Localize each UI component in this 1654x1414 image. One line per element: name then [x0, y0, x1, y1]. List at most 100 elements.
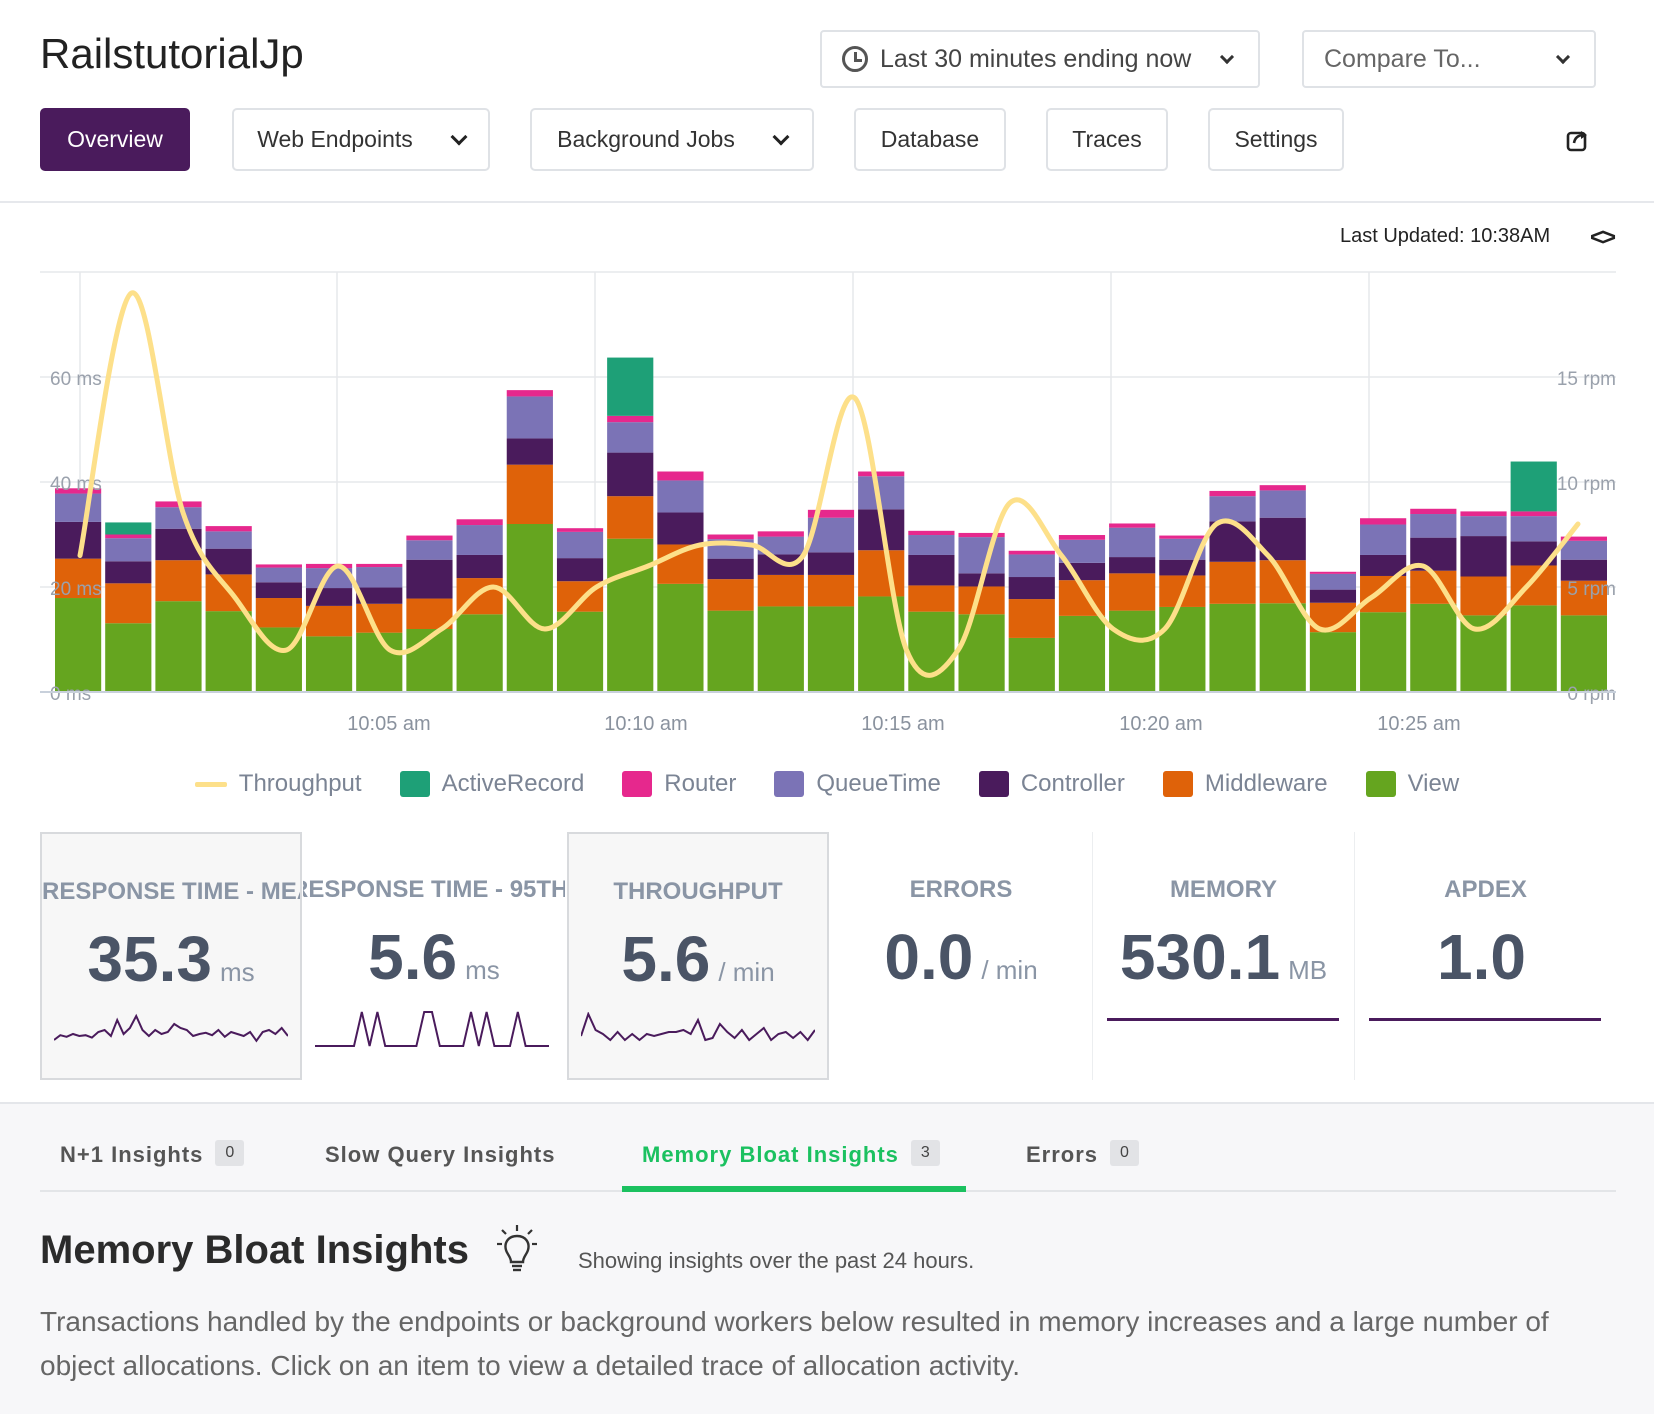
metric-apdex[interactable]: APDEX 1.0	[1354, 832, 1616, 1080]
bar-segment-controller	[1159, 559, 1206, 576]
bar-segment-queuetime	[406, 540, 453, 560]
bar-segment-activerecord	[1510, 461, 1557, 512]
header: RailstutorialJp Last 30 minutes ending n…	[0, 0, 1654, 203]
bar-segment-view	[456, 614, 503, 692]
metric-response-time-mean[interactable]: RESPONSE TIME - MEAN 35.3ms	[40, 832, 302, 1080]
sparkline	[315, 1011, 549, 1047]
bar-segment-router	[556, 528, 604, 532]
bar-segment-queuetime	[205, 531, 252, 549]
bar-segment-activerecord	[105, 522, 152, 535]
bar-segment-queuetime	[1510, 516, 1557, 542]
sparkline-path	[581, 1012, 815, 1042]
bar-segment-middleware	[807, 574, 855, 607]
tab-database[interactable]: Database	[854, 108, 1006, 171]
bar-segment-middleware	[1209, 561, 1256, 604]
metrics-row: RESPONSE TIME - MEAN 35.3ms RESPONSE TIM…	[40, 832, 1616, 1080]
tab-label: Errors	[1026, 1142, 1099, 1167]
legend-view[interactable]: View	[1365, 770, 1459, 798]
tab-web-endpoints[interactable]: Web Endpoints	[232, 108, 490, 171]
lightbulb-icon	[497, 1225, 537, 1272]
metric-label: ERRORS	[909, 876, 1013, 903]
tab-background-jobs[interactable]: Background Jobs	[530, 108, 814, 171]
bar-segment-view	[1058, 615, 1106, 692]
tab-traces[interactable]: Traces	[1046, 108, 1168, 171]
bar-segment-router	[1008, 550, 1055, 555]
insights-subtitle: Showing insights over the past 24 hours.	[578, 1248, 975, 1273]
bar-segment-middleware	[506, 464, 553, 524]
bar-segment-router	[707, 534, 754, 540]
bar-segment-controller	[657, 512, 704, 545]
tab-settings-label: Settings	[1234, 126, 1318, 152]
bar-segment-router	[1309, 571, 1357, 574]
bar-segment-router	[1460, 511, 1507, 517]
bar-segment-middleware	[858, 550, 905, 597]
bar-segment-queuetime	[155, 507, 202, 529]
bar-segment-middleware	[155, 560, 202, 602]
tab-settings[interactable]: Settings	[1208, 108, 1344, 171]
tab-memory-bloat-insights[interactable]: Memory Bloat Insights 3	[642, 1140, 940, 1192]
metric-number: 530.1	[1119, 921, 1281, 993]
bar-segment-controller	[1008, 577, 1055, 600]
metric-value: 0.0/ min	[830, 920, 1092, 994]
insights-title: Memory Bloat Insights	[40, 1228, 469, 1272]
tab-traces-label: Traces	[1072, 126, 1142, 152]
sparkline	[1107, 1018, 1339, 1021]
bar-segment-view	[908, 611, 955, 692]
bar-segment-router	[858, 471, 905, 477]
bar-segment-view	[506, 524, 553, 692]
bar-segment-view	[155, 601, 202, 692]
legend-swatch	[1365, 771, 1396, 797]
bar-segment-queuetime	[356, 567, 403, 588]
bar-segment-middleware	[105, 583, 152, 624]
tab-overview[interactable]: Overview	[40, 108, 190, 171]
legend-router[interactable]: Router	[622, 770, 736, 798]
bar-segment-view	[1309, 632, 1357, 692]
legend-queuetime[interactable]: QueueTime	[774, 770, 941, 798]
y-axis-left-tick-label: 0 ms	[50, 684, 91, 705]
bar-segment-middleware	[607, 496, 654, 539]
tab-slow-query-insights[interactable]: Slow Query Insights	[325, 1142, 555, 1192]
metric-value: 530.1 MB	[1093, 920, 1354, 994]
bar-segment-view	[607, 538, 654, 692]
bar-segment-queuetime	[1008, 554, 1055, 578]
count-badge: 0	[215, 1140, 245, 1166]
tab-n-plus-one-insights[interactable]: N+1 Insights 0	[60, 1140, 245, 1192]
legend-activerecord[interactable]: ActiveRecord	[399, 770, 584, 798]
bar-segment-view	[556, 611, 604, 692]
legend-label: Router	[664, 770, 737, 797]
bar-segment-queuetime	[908, 535, 955, 555]
x-axis-tick-label: 10:25 am	[1377, 713, 1460, 735]
legend-swatch	[399, 771, 430, 797]
chevron-down-icon	[772, 128, 790, 145]
bar-segment-router	[1410, 508, 1457, 515]
chevron-down-icon	[450, 128, 468, 145]
metric-errors[interactable]: ERRORS 0.0/ min	[830, 832, 1092, 1080]
metric-label: RESPONSE TIME - MEAN	[42, 878, 300, 905]
bar-segment-middleware	[1008, 599, 1055, 638]
tab-errors[interactable]: Errors 0	[1026, 1140, 1139, 1192]
legend-label: Middleware	[1204, 770, 1328, 797]
time-range-select[interactable]: Last 30 minutes ending now	[820, 30, 1260, 88]
bar-segment-middleware	[707, 579, 754, 611]
y-axis-right-tick-label: 5 rpm	[1567, 579, 1616, 600]
bar-segment-controller	[1560, 559, 1607, 581]
y-axis-right-tick-label: 15 rpm	[1557, 369, 1616, 390]
bar-segment-queuetime	[556, 531, 604, 559]
sparkline	[54, 1013, 288, 1043]
metric-memory[interactable]: MEMORY 530.1 MB	[1092, 832, 1354, 1080]
time-range-label: Last 30 minutes ending now	[880, 44, 1192, 73]
bar-segment-router	[356, 563, 403, 568]
bar-segment-controller	[406, 559, 453, 599]
legend-throughput[interactable]: Throughput	[194, 770, 362, 798]
metric-value: 1.0	[1355, 920, 1616, 994]
share-icon[interactable]	[1566, 128, 1590, 152]
metric-throughput[interactable]: THROUGHPUT 5.6/ min	[567, 832, 829, 1080]
bar-segment-router	[657, 471, 704, 481]
metric-response-time-95th[interactable]: RESPONSE TIME - 95TH 5.6 ms	[303, 832, 565, 1080]
compare-to-select[interactable]: Compare To...	[1302, 30, 1596, 88]
x-axis-tick-label: 10:05 am	[347, 713, 430, 735]
tab-background-jobs-label: Background Jobs	[557, 126, 735, 152]
legend-controller[interactable]: Controller	[978, 770, 1125, 798]
legend-middleware[interactable]: Middleware	[1162, 770, 1328, 798]
tab-database-label: Database	[880, 126, 980, 152]
